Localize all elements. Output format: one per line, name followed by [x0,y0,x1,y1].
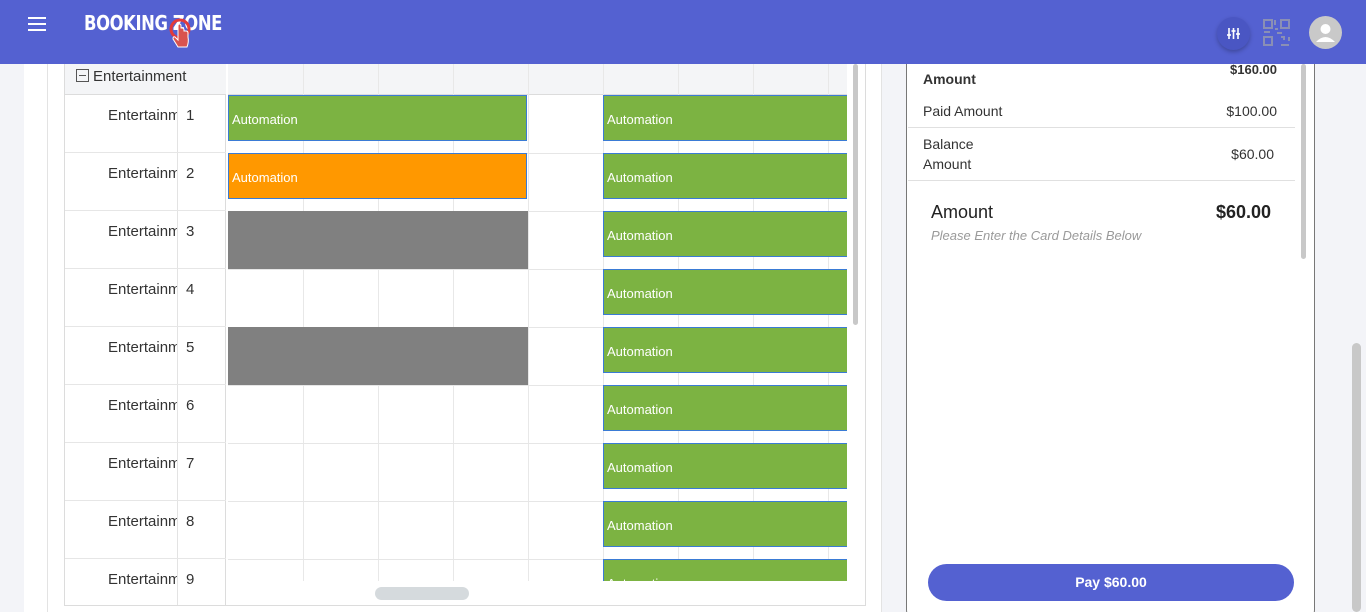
paid-amount-label: Paid Amount [923,103,1003,119]
user-avatar-icon[interactable] [1309,16,1342,49]
resource-name: Entertainment [108,281,177,298]
unavailable-block [228,211,528,269]
resource-number: 7 [186,455,195,472]
group-label: Entertainment [93,68,187,85]
booking-event[interactable]: Automation [603,211,847,257]
balance-amount-label-line1: Balance [923,136,974,152]
booking-event[interactable]: Automation [603,95,847,141]
booking-event[interactable]: Automation [228,95,527,141]
resource-number: 3 [186,223,195,240]
card-details-hint: Please Enter the Card Details Below [931,228,1142,243]
booking-event[interactable]: Automation [603,501,847,547]
resource-number: 8 [186,513,195,530]
payment-panel-scrollbar[interactable] [1301,64,1306,259]
resource-row[interactable]: Entertainment 3 [65,211,226,269]
resource-row[interactable]: Entertainment 8 [65,501,226,559]
resource-name: Entertainment [108,513,177,530]
divider [908,127,1295,128]
resource-number: 9 [186,571,195,588]
resource-row[interactable]: Entertainment 7 [65,443,226,501]
amount-due-value: $60.00 [1215,202,1271,222]
resource-row[interactable]: Entertainment 6 [65,385,226,443]
logo-hand-icon [169,18,191,48]
balance-amount-value: $60.00 [1231,146,1274,162]
timeline-area[interactable]: Automation Automation Automation Automation… [228,64,847,581]
amount-due-title: Amount [931,202,994,222]
top-app-bar: BOOKING ZONE [0,0,1366,64]
grid-column-line [528,64,529,581]
unavailable-block [228,327,528,385]
booking-event[interactable]: Automation [603,443,847,489]
scheduler-horizontal-scrollbar[interactable] [375,587,469,600]
booking-event[interactable]: Automation [603,559,847,581]
resource-row[interactable]: Entertainment 5 [65,327,226,385]
resource-row[interactable]: Entertainment 9 [65,559,226,605]
grid-column-line [453,64,454,581]
resource-number: 4 [186,281,195,298]
booking-event[interactable]: Automation [603,385,847,431]
resource-group-header[interactable]: Entertainment [65,64,226,95]
page-scrollbar[interactable] [1352,343,1361,612]
resource-number: 5 [186,339,195,356]
hamburger-menu-icon[interactable] [26,14,48,36]
resource-column: Entertainment Entertainment1Entertainmen… [65,64,226,605]
booking-event[interactable]: Automation [603,269,847,315]
sliders-icon [1227,28,1240,39]
collapse-minus-icon[interactable] [76,69,89,82]
resource-number: 6 [186,397,195,414]
booking-event[interactable]: Automation [603,327,847,373]
balance-amount-label-line2: Amount [923,156,972,172]
total-amount-label: Amount [923,71,976,87]
resource-scheduler: Entertainment Entertainment1Entertainmen… [64,64,866,606]
filter-settings-button[interactable] [1217,17,1250,50]
booking-event[interactable]: Automation [228,153,527,199]
resource-name: Entertainment [108,455,177,472]
resource-name: Entertainment [108,165,177,182]
total-amount-value: $160.00 [1230,62,1277,77]
resource-name: Entertainment [108,571,177,588]
resource-number: 2 [186,165,195,182]
scheduler-vertical-scrollbar[interactable] [853,64,858,325]
resource-row[interactable]: Entertainment 2 [65,153,226,211]
logo-text: BOOKING ZONE [84,11,222,35]
divider [908,180,1295,181]
grid-column-line [378,64,379,581]
resource-name: Entertainment [108,339,177,356]
paid-amount-value: $100.00 [1226,103,1277,119]
pay-button[interactable]: Pay $60.00 [928,564,1294,601]
qr-scan-icon[interactable] [1261,17,1292,48]
resource-number: 1 [186,107,195,124]
resource-row[interactable]: Entertainment 1 [65,95,226,153]
resource-name: Entertainment [108,107,177,124]
grid-column-line [303,64,304,581]
timeline-header [228,64,847,95]
booking-event[interactable]: Automation [603,153,847,199]
resource-row[interactable]: Entertainment 4 [65,269,226,327]
resource-name: Entertainment [108,397,177,414]
resource-name: Entertainment [108,223,177,240]
